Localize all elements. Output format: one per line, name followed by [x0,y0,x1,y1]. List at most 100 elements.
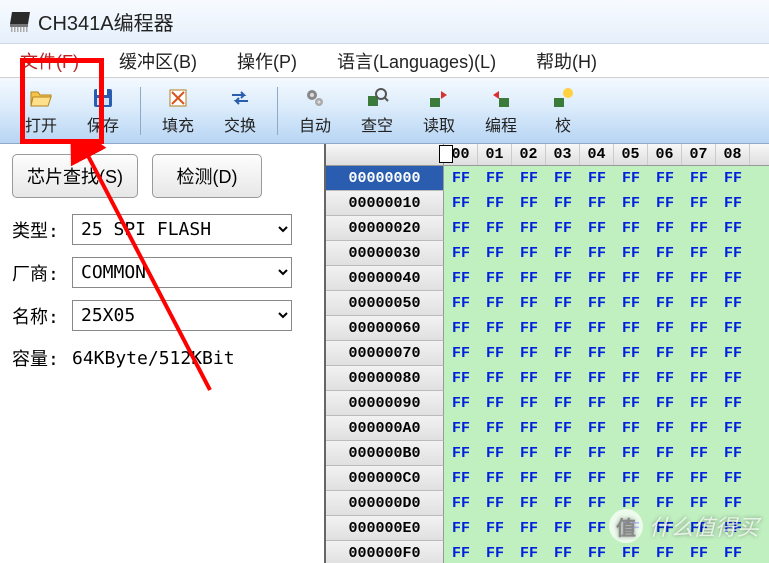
hex-body[interactable]: 00000000FFFFFFFFFFFFFFFFFF00000010FFFFFF… [326,166,769,563]
hex-byte-cell[interactable]: FF [648,216,682,241]
hex-byte-cell[interactable]: FF [682,241,716,266]
hex-byte-cell[interactable]: FF [648,491,682,516]
hex-byte-cell[interactable]: FF [444,541,478,563]
hex-row[interactable]: 00000070FFFFFFFFFFFFFFFFFF [326,341,769,366]
hex-byte-cell[interactable]: FF [546,491,580,516]
menu-language[interactable]: 语言(Languages)(L) [317,44,516,77]
hex-row[interactable]: 00000050FFFFFFFFFFFFFFFFFF [326,291,769,316]
hex-byte-cell[interactable]: FF [580,291,614,316]
hex-byte-cell[interactable]: FF [512,241,546,266]
hex-byte-cell[interactable]: FF [614,466,648,491]
hex-address-cell[interactable]: 00000050 [326,291,444,316]
hex-byte-cell[interactable]: FF [444,191,478,216]
hex-byte-cell[interactable]: FF [444,216,478,241]
hex-byte-cell[interactable]: FF [682,366,716,391]
hex-row[interactable]: 00000060FFFFFFFFFFFFFFFFFF [326,316,769,341]
hex-byte-cell[interactable]: FF [614,366,648,391]
hex-byte-cell[interactable]: FF [580,216,614,241]
auto-button[interactable]: 自动 [284,81,346,141]
hex-byte-cell[interactable]: FF [478,366,512,391]
hex-byte-cell[interactable]: FF [512,466,546,491]
hex-byte-cell[interactable]: FF [716,391,750,416]
hex-byte-cell[interactable]: FF [682,291,716,316]
hex-byte-cell[interactable]: FF [444,241,478,266]
hex-byte-cell[interactable]: FF [546,166,580,191]
hex-address-cell[interactable]: 00000000 [326,166,444,191]
hex-byte-cell[interactable]: FF [512,416,546,441]
hex-byte-cell[interactable]: FF [614,491,648,516]
hex-byte-cell[interactable]: FF [648,541,682,563]
hex-byte-cell[interactable]: FF [478,166,512,191]
hex-byte-cell[interactable]: FF [478,416,512,441]
hex-byte-cell[interactable]: FF [478,491,512,516]
hex-byte-cell[interactable]: FF [648,391,682,416]
hex-byte-cell[interactable]: FF [444,441,478,466]
hex-byte-cell[interactable]: FF [682,466,716,491]
hex-byte-cell[interactable]: FF [614,191,648,216]
hex-byte-cell[interactable]: FF [716,291,750,316]
hex-byte-cell[interactable]: FF [444,291,478,316]
hex-address-cell[interactable]: 00000070 [326,341,444,366]
hex-byte-cell[interactable]: FF [512,166,546,191]
hex-byte-cell[interactable]: FF [580,191,614,216]
hex-byte-cell[interactable]: FF [512,516,546,541]
vendor-select[interactable]: COMMON [72,257,292,288]
menu-help[interactable]: 帮助(H) [516,44,617,77]
hex-byte-cell[interactable]: FF [444,491,478,516]
hex-byte-cell[interactable]: FF [580,516,614,541]
hex-byte-cell[interactable]: FF [546,191,580,216]
hex-byte-cell[interactable]: FF [546,466,580,491]
hex-byte-cell[interactable]: FF [614,291,648,316]
menu-file[interactable]: 文件(F) [0,44,99,77]
hex-byte-cell[interactable]: FF [478,266,512,291]
hex-address-cell[interactable]: 00000040 [326,266,444,291]
hex-row[interactable]: 00000000FFFFFFFFFFFFFFFFFF [326,166,769,191]
hex-address-cell[interactable]: 00000080 [326,366,444,391]
hex-byte-cell[interactable]: FF [546,541,580,563]
hex-byte-cell[interactable]: FF [444,266,478,291]
hex-byte-cell[interactable]: FF [512,216,546,241]
hex-byte-cell[interactable]: FF [716,266,750,291]
hex-byte-cell[interactable]: FF [546,416,580,441]
save-button[interactable]: 保存 [72,81,134,141]
hex-byte-cell[interactable]: FF [546,366,580,391]
hex-byte-cell[interactable]: FF [512,316,546,341]
program-button[interactable]: 编程 [470,81,532,141]
hex-address-cell[interactable]: 00000010 [326,191,444,216]
hex-row[interactable]: 00000080FFFFFFFFFFFFFFFFFF [326,366,769,391]
hex-byte-cell[interactable]: FF [648,466,682,491]
hex-byte-cell[interactable]: FF [546,516,580,541]
hex-byte-cell[interactable]: FF [614,316,648,341]
hex-byte-cell[interactable]: FF [546,241,580,266]
hex-byte-cell[interactable]: FF [682,216,716,241]
hex-byte-cell[interactable]: FF [444,391,478,416]
hex-address-cell[interactable]: 000000A0 [326,416,444,441]
hex-byte-cell[interactable]: FF [682,491,716,516]
hex-byte-cell[interactable]: FF [580,416,614,441]
hex-byte-cell[interactable]: FF [580,491,614,516]
hex-byte-cell[interactable]: FF [546,216,580,241]
hex-byte-cell[interactable]: FF [580,541,614,563]
hex-byte-cell[interactable]: FF [614,241,648,266]
hex-row[interactable]: 000000E0FFFFFFFFFFFFFFFFFF [326,516,769,541]
hex-byte-cell[interactable]: FF [580,241,614,266]
hex-byte-cell[interactable]: FF [512,391,546,416]
hex-byte-cell[interactable]: FF [648,241,682,266]
hex-byte-cell[interactable]: FF [444,516,478,541]
hex-byte-cell[interactable]: FF [512,266,546,291]
hex-byte-cell[interactable]: FF [716,466,750,491]
hex-byte-cell[interactable]: FF [478,216,512,241]
hex-byte-cell[interactable]: FF [648,316,682,341]
hex-byte-cell[interactable]: FF [546,316,580,341]
hex-byte-cell[interactable]: FF [716,516,750,541]
type-select[interactable]: 25 SPI FLASH [72,214,292,245]
hex-byte-cell[interactable]: FF [716,191,750,216]
chip-search-button[interactable]: 芯片查找(S) [12,154,138,198]
hex-byte-cell[interactable]: FF [682,541,716,563]
hex-byte-cell[interactable]: FF [716,416,750,441]
hex-byte-cell[interactable]: FF [512,191,546,216]
hex-byte-cell[interactable]: FF [648,266,682,291]
hex-byte-cell[interactable]: FF [648,441,682,466]
hex-address-cell[interactable]: 00000060 [326,316,444,341]
swap-button[interactable]: 交换 [209,81,271,141]
